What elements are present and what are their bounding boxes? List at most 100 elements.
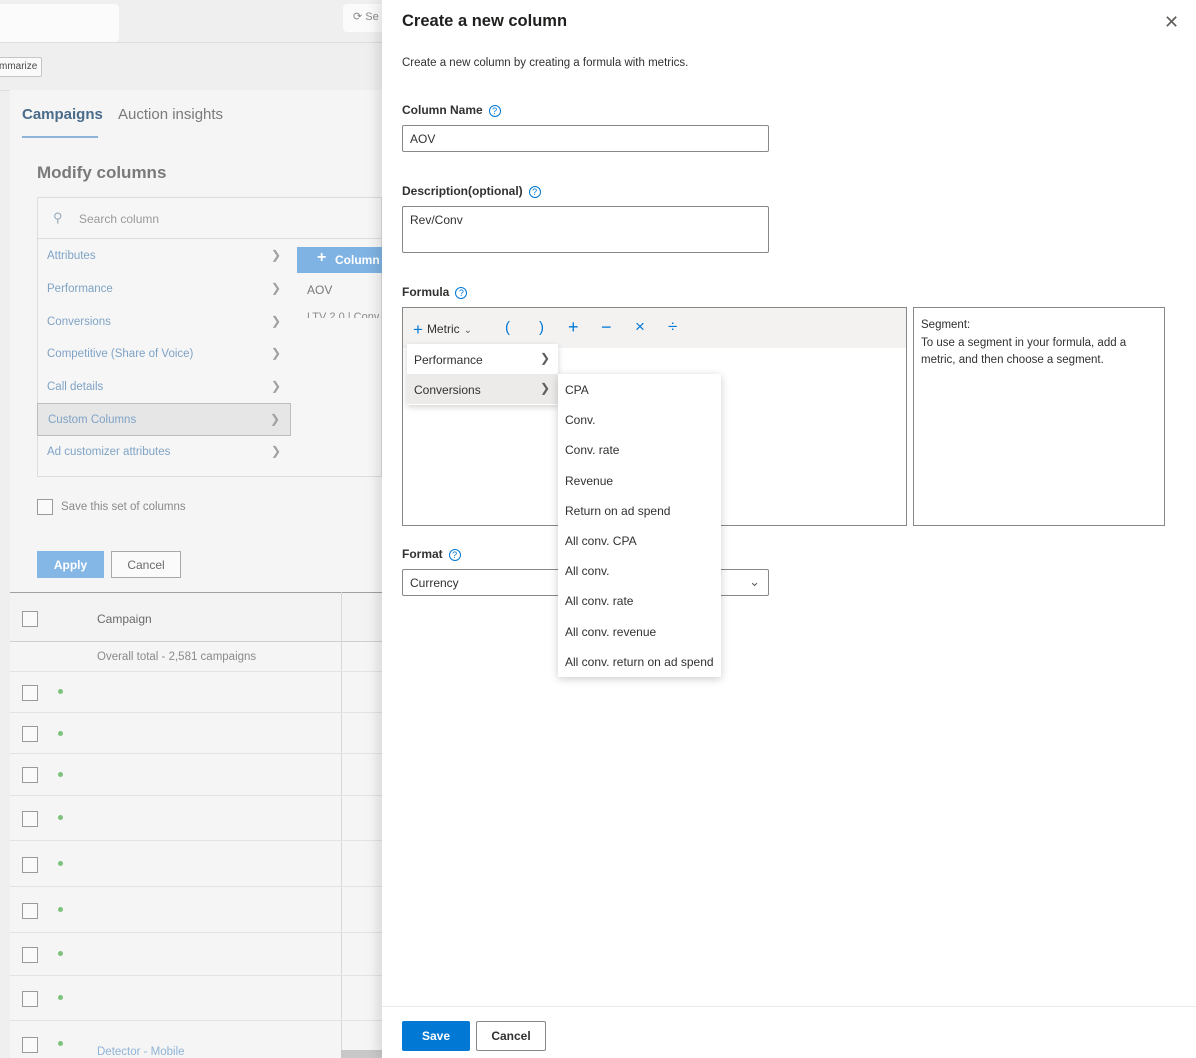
menu-item-all-conv-revenue[interactable]: All conv. revenue: [558, 616, 721, 646]
table-row-divider: [10, 932, 382, 933]
table-row-divider: [10, 671, 382, 672]
grid-header: Campaign: [10, 592, 382, 642]
row-checkbox[interactable]: [22, 947, 38, 963]
save-button[interactable]: Save: [402, 1021, 470, 1051]
top-bar-box: [0, 4, 119, 42]
column-search-placeholder: Search column: [79, 212, 160, 226]
row-checkbox[interactable]: [22, 726, 38, 742]
category-ad-customizer[interactable]: Ad customizer attributes ❯: [37, 436, 291, 469]
category-call-details[interactable]: Call details ❯: [37, 371, 291, 404]
cancel-button[interactable]: Cancel: [476, 1021, 546, 1051]
horizontal-scrollbar[interactable]: [341, 1050, 382, 1058]
row-checkbox[interactable]: [22, 811, 38, 827]
select-all-checkbox[interactable]: [22, 611, 38, 627]
metric-category-menu: Performance ❯ Conversions ❯: [407, 344, 558, 405]
menu-item-performance[interactable]: Performance ❯: [407, 344, 558, 374]
divider: [0, 42, 382, 43]
help-icon[interactable]: ?: [448, 548, 461, 561]
save-set-checkbox[interactable]: Save this set of columns: [37, 499, 186, 515]
help-icon[interactable]: ?: [488, 104, 501, 117]
custom-column-item[interactable]: AOV: [307, 283, 332, 297]
footer-divider: [382, 1006, 1196, 1007]
status-dot: [58, 995, 63, 1000]
chevron-right-icon: ❯: [270, 444, 281, 458]
background-app: ⟳ Se mmarize Campaigns Auction insights …: [0, 0, 382, 1058]
row-checkbox[interactable]: [22, 685, 38, 701]
table-row-divider: [10, 753, 382, 754]
add-metric-button[interactable]: + Metric ⌄: [413, 320, 472, 340]
chevron-right-icon: ❯: [539, 381, 550, 395]
menu-item-revenue[interactable]: Revenue: [558, 465, 721, 495]
search-icon: ⚲: [53, 210, 63, 225]
category-performance[interactable]: Performance ❯: [37, 273, 291, 306]
cancel-button[interactable]: Cancel: [111, 551, 181, 578]
divide-operator-button[interactable]: ÷: [668, 317, 677, 337]
category-custom-columns[interactable]: Custom Columns ❯: [37, 403, 291, 436]
menu-item-all-conv-roas[interactable]: All conv. return on ad spend: [558, 646, 721, 676]
apply-button[interactable]: Apply: [37, 551, 104, 578]
category-conversions[interactable]: Conversions ❯: [37, 306, 291, 339]
copilot-search-icon: ⟳: [353, 11, 363, 23]
checkbox[interactable]: [37, 499, 53, 515]
menu-item-return-on-ad-spend[interactable]: Return on ad spend: [558, 495, 721, 525]
campaign-link[interactable]: Detector - Mobile: [97, 1046, 185, 1058]
custom-column-item[interactable]: LTV 2.0 | Conv: [307, 312, 379, 318]
description-label: Description(optional)?: [402, 184, 541, 198]
category-competitive[interactable]: Competitive (Share of Voice) ❯: [37, 338, 291, 371]
overall-total: Overall total - 2,581 campaigns: [97, 651, 257, 663]
menu-item-conv-rate[interactable]: Conv. rate: [558, 434, 721, 464]
table-row-divider: [10, 795, 382, 796]
menu-item-all-conv-rate[interactable]: All conv. rate: [558, 585, 721, 615]
help-icon[interactable]: ?: [528, 185, 541, 198]
menu-item-conversions[interactable]: Conversions ❯: [407, 374, 558, 404]
chevron-right-icon: ❯: [270, 379, 281, 393]
menu-item-conv[interactable]: Conv.: [558, 404, 721, 434]
chevron-down-icon: ⌄: [463, 325, 472, 336]
multiply-operator-button[interactable]: ×: [635, 317, 645, 337]
category-attributes[interactable]: Attributes ❯: [37, 240, 291, 273]
status-dot: [58, 1041, 63, 1046]
status-dot: [58, 689, 63, 694]
conversions-submenu: CPA Conv. Conv. rate Revenue Return on a…: [558, 374, 721, 677]
add-operator-button[interactable]: +: [568, 317, 579, 338]
menu-item-all-conv-cpa[interactable]: All conv. CPA: [558, 525, 721, 555]
row-checkbox[interactable]: [22, 991, 38, 1007]
summarize-button[interactable]: mmarize: [0, 57, 43, 77]
menu-item-cpa[interactable]: CPA: [558, 374, 721, 404]
help-icon[interactable]: ?: [455, 286, 468, 299]
formula-label: Formula?: [402, 285, 468, 299]
chevron-right-icon: ❯: [270, 281, 281, 295]
chevron-down-icon: ⌄: [749, 574, 760, 589]
chevron-right-icon: ❯: [270, 248, 281, 262]
global-search[interactable]: ⟳ Se: [343, 4, 382, 32]
description-input[interactable]: Rev/Conv: [402, 206, 769, 253]
active-tab-underline: [22, 136, 98, 138]
chevron-right-icon: ❯: [269, 412, 280, 426]
row-checkbox[interactable]: [22, 903, 38, 919]
row-checkbox[interactable]: [22, 767, 38, 783]
row-checkbox[interactable]: [22, 1037, 38, 1053]
plus-icon: +: [317, 249, 327, 266]
add-column-button[interactable]: + Column: [297, 247, 382, 273]
table-row-divider: [10, 886, 382, 887]
status-dot: [58, 772, 63, 777]
panel-description: Create a new column by creating a formul…: [402, 57, 689, 69]
close-icon[interactable]: ✕: [1164, 12, 1179, 33]
table-row-divider: [10, 1020, 382, 1021]
segment-title: Segment:: [921, 319, 971, 331]
row-checkbox[interactable]: [22, 857, 38, 873]
segment-help-text: To use a segment in your formula, add a …: [921, 336, 1127, 367]
column-search[interactable]: ⚲ Search column: [37, 197, 382, 239]
column-name-input[interactable]: AOV: [402, 125, 769, 152]
menu-item-all-conv[interactable]: All conv.: [558, 555, 721, 585]
status-dot: [58, 861, 63, 866]
campaign-column-header[interactable]: Campaign: [97, 612, 152, 626]
close-paren-button[interactable]: ): [539, 319, 544, 336]
tab-campaigns[interactable]: Campaigns: [22, 106, 103, 123]
chevron-right-icon: ❯: [270, 314, 281, 328]
subtract-operator-button[interactable]: −: [601, 317, 612, 338]
grid-separator: [341, 592, 342, 1058]
segment-info-box: Segment: To use a segment in your formul…: [913, 307, 1165, 526]
tab-auction-insights[interactable]: Auction insights: [118, 106, 223, 123]
open-paren-button[interactable]: (: [505, 319, 510, 336]
